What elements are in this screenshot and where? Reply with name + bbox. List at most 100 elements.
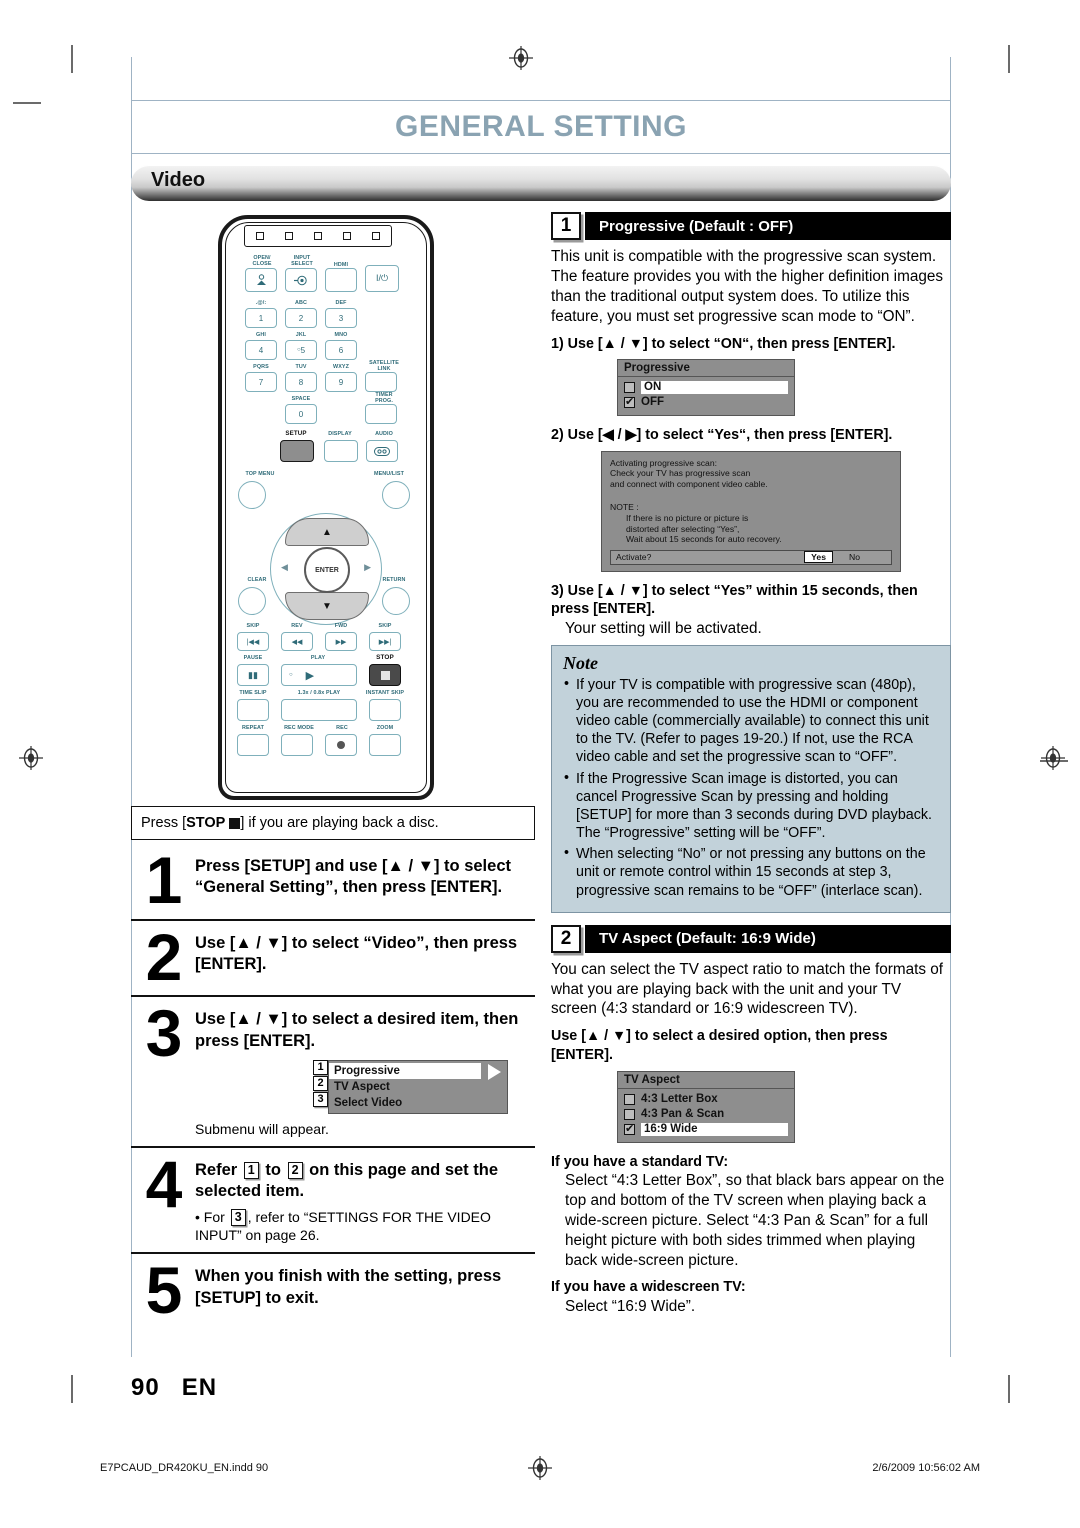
registration-mark-top: [508, 45, 534, 71]
button-display[interactable]: [324, 440, 358, 462]
button-top-menu[interactable]: [238, 481, 266, 509]
button-rec[interactable]: [325, 734, 357, 756]
dpad-down-button[interactable]: ▼: [285, 592, 369, 620]
dpad-right-button[interactable]: ▶: [364, 562, 371, 573]
progressive-osd-label-on: ON: [641, 381, 788, 395]
stop-note-key: STOP: [186, 815, 226, 831]
button-power[interactable]: I/⏻: [365, 265, 399, 292]
button-rev[interactable]: ◀◀: [281, 632, 313, 651]
note-item-2: If the Progressive Scan image is distort…: [563, 769, 939, 843]
procedure-steps: 1 Press [SETUP] and use [▲ / ▼] to selec…: [131, 844, 535, 1329]
label-skip-fwd: SKIP: [378, 623, 392, 629]
label-clear: CLEAR: [247, 577, 267, 583]
standard-tv-heading: If you have a standard TV:: [551, 1153, 729, 1170]
dialog-yes-button[interactable]: Yes: [804, 551, 833, 564]
dpad-left-button[interactable]: ◀: [281, 562, 288, 573]
button-input-select[interactable]: [285, 268, 317, 292]
label-audio: AUDIO: [375, 431, 393, 437]
button-menu-list[interactable]: [382, 481, 410, 509]
button-speed-play[interactable]: [281, 699, 357, 721]
submenu-row-select-video[interactable]: Select Video: [329, 1095, 507, 1111]
button-pause[interactable]: ▮▮: [237, 664, 269, 686]
button-open-close[interactable]: [245, 268, 277, 292]
button-fwd[interactable]: ▶▶: [325, 632, 357, 651]
stop-note-suffix: ] if you are playing back a disc.: [240, 815, 439, 831]
button-clear[interactable]: [238, 587, 266, 615]
step-4-text-c: on this page and set the selected item.: [195, 1160, 498, 1200]
button-timer-prog[interactable]: [365, 404, 397, 424]
progressive-osd-item-off[interactable]: OFF: [618, 395, 794, 410]
step-2-number: 2: [145, 919, 183, 994]
crop-mark-top-left-h: [13, 102, 41, 104]
button-key-3[interactable]: 3: [325, 308, 357, 328]
submenu-index-badges: 1 2 3: [313, 1059, 328, 1114]
block-1-badge: 1: [551, 212, 581, 240]
button-zoom[interactable]: [369, 734, 401, 756]
button-skip-back[interactable]: |◀◀: [237, 632, 269, 651]
print-footer: E7PCAUD_DR420KU_EN.indd 90 2/6/2009 10:5…: [100, 1462, 980, 1474]
submenu-row-tv-aspect[interactable]: TV Aspect: [329, 1079, 507, 1095]
button-key-4[interactable]: 4: [245, 340, 277, 360]
footer-filename: E7PCAUD_DR420KU_EN.indd 90: [100, 1462, 269, 1474]
step-3-after-text: Submenu will appear.: [195, 1120, 329, 1137]
indicator-square-1: [255, 232, 264, 240]
progressive-osd-item-on[interactable]: ON: [618, 380, 794, 395]
indicator-square-3: [313, 232, 322, 240]
button-play[interactable]: ○ ▶: [281, 664, 357, 686]
widescreen-tv-heading: If you have a widescreen TV:: [551, 1279, 746, 1296]
button-key-0[interactable]: 0: [285, 404, 317, 424]
step-4-bullet: • For 3, refer to “SETTINGS FOR THE VIDE…: [195, 1208, 535, 1244]
button-time-slip[interactable]: [237, 699, 269, 721]
button-repeat[interactable]: [237, 734, 269, 756]
standard-tv-body: Select “4:3 Letter Box”, so that black b…: [565, 1172, 945, 1269]
button-return[interactable]: [382, 587, 410, 615]
button-key-2[interactable]: 2: [285, 308, 317, 328]
checkbox-checked-icon: [624, 1122, 635, 1135]
submenu-row-progressive[interactable]: Progressive: [329, 1062, 481, 1079]
progressive-description: This unit is compatible with the progres…: [551, 248, 943, 325]
button-key-8[interactable]: 8: [285, 372, 317, 392]
enter-button[interactable]: ENTER: [304, 547, 350, 593]
label-fwd: FWD: [334, 623, 348, 629]
label-display: DISPLAY: [328, 431, 352, 437]
tv-aspect-osd-item-letterbox[interactable]: 4:3 Letter Box: [618, 1092, 794, 1107]
label-key9: WXYZ: [333, 364, 349, 370]
dpad-up-button[interactable]: ▲: [285, 518, 369, 546]
button-audio[interactable]: [366, 440, 398, 462]
page-language: EN: [181, 1374, 218, 1401]
footer-timestamp: 2/6/2009 10:56:02 AM: [872, 1462, 980, 1474]
progressive-step-3-sub: Your setting will be activated.: [565, 619, 762, 637]
dialog-no-button[interactable]: No: [849, 552, 860, 562]
button-setup[interactable]: [280, 440, 314, 462]
tv-aspect-osd-item-169[interactable]: 16:9 Wide: [618, 1122, 794, 1137]
button-stop[interactable]: [369, 664, 401, 686]
button-key-5[interactable]: ○ 5: [285, 340, 317, 360]
button-skip-fwd[interactable]: ▶▶|: [369, 632, 401, 651]
label-repeat: REPEAT: [241, 725, 265, 731]
remote-top-indicator-strip: [244, 225, 392, 247]
button-key-6[interactable]: 6: [325, 340, 357, 360]
step-4-ref-2: 2: [287, 1161, 303, 1179]
submenu-box: Progressive TV Aspect Select Video: [328, 1059, 508, 1114]
button-key-1[interactable]: 1: [245, 308, 277, 328]
registration-mark-right: [1040, 745, 1066, 771]
section-title: Video: [151, 168, 206, 191]
button-instant-skip[interactable]: [369, 699, 401, 721]
dpad[interactable]: ▲ ▼ ◀ ▶ ENTER: [270, 513, 382, 625]
stop-disc-note: Press [STOP ] if you are playing back a …: [131, 806, 535, 840]
tv-aspect-osd-item-panscan[interactable]: 4:3 Pan & Scan: [618, 1107, 794, 1122]
right-column: 1 Progressive (Default : OFF) This unit …: [551, 212, 951, 1321]
button-satellite-link[interactable]: [365, 372, 397, 392]
chapter-header: GENERAL SETTING: [131, 100, 951, 154]
label-zoom: ZOOM: [376, 725, 394, 731]
note-list: If your TV is compatible with progressiv…: [563, 675, 939, 900]
label-key7: PQRS: [253, 364, 269, 370]
button-key-9[interactable]: 9: [325, 372, 357, 392]
progressive-step-1: 1) Use [▲ / ▼] to select “ON“, then pres…: [551, 335, 896, 352]
progressive-osd-label-off: OFF: [641, 396, 664, 409]
button-key-7[interactable]: 7: [245, 372, 277, 392]
step-2-text: Use [▲ / ▼] to select “Video”, then pres…: [195, 933, 518, 973]
button-hdmi[interactable]: [325, 268, 357, 292]
dialog-line-1: Activating progressive scan:: [610, 457, 717, 468]
button-rec-mode[interactable]: [281, 734, 313, 756]
